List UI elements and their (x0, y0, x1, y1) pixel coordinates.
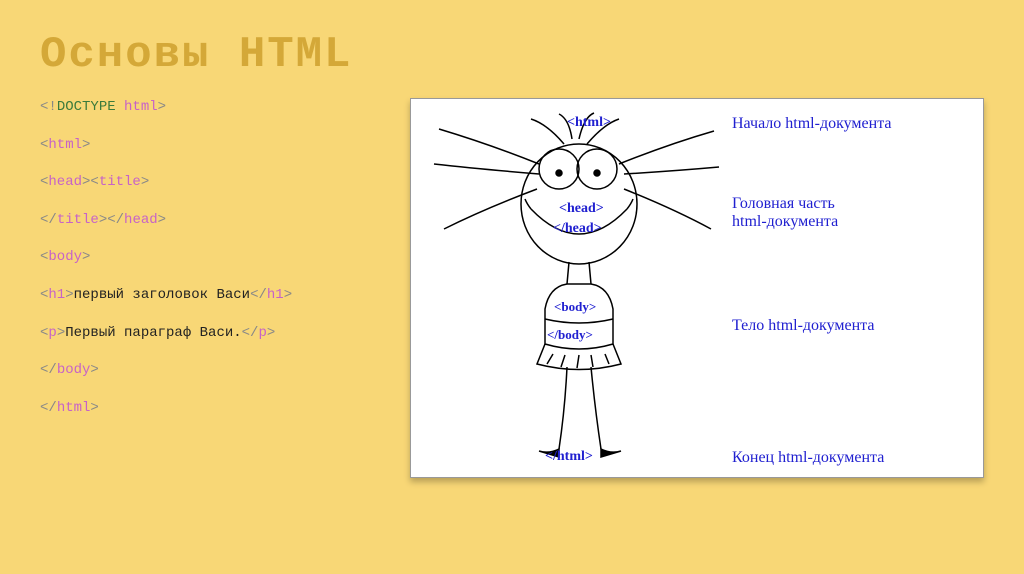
code-line-body-close: </body> (40, 361, 380, 381)
tag: html (57, 400, 91, 416)
angle: > (267, 325, 275, 341)
angle: </ (40, 400, 57, 416)
diagram-box: <html> <head> </head> <body> </body> </h… (410, 98, 984, 478)
code-line-doctype: <!DOCTYPE html> (40, 98, 380, 118)
angle: > (82, 249, 90, 265)
tag: p (48, 325, 56, 341)
tag: html (48, 137, 82, 153)
tag: p (258, 325, 266, 341)
space (116, 99, 124, 115)
code-line-html-close: </html> (40, 399, 380, 419)
label-body-part: Тело html-документа (732, 317, 874, 335)
diagram-tag-head-open: <head> (559, 201, 604, 217)
tag: head (124, 212, 158, 228)
content-row: <!DOCTYPE html> <html> <head><title> </t… (40, 98, 984, 478)
code-block: <!DOCTYPE html> <html> <head><title> </t… (40, 98, 380, 478)
label-html-end: Конец html-документа (732, 449, 884, 467)
angle: <! (40, 99, 57, 115)
tag: title (57, 212, 99, 228)
angle: > (90, 400, 98, 416)
code-line-html-open: <html> (40, 136, 380, 156)
code-line-head-title: <head><title> (40, 173, 380, 193)
diagram-tag-head-close: </head> (553, 221, 602, 237)
angle: > (90, 362, 98, 378)
angle: </ (250, 287, 267, 303)
angle: </ (40, 362, 57, 378)
angle: > (57, 325, 65, 341)
label-html-start: Начало html-документа (732, 115, 892, 133)
code-line-h1: <h1>первый заголовок Васи</h1> (40, 286, 380, 306)
tag: body (48, 249, 82, 265)
content-text: первый заголовок Васи (74, 287, 250, 303)
angle: > (158, 212, 166, 228)
tag: h1 (48, 287, 65, 303)
content-text: Первый параграф Васи. (65, 325, 241, 341)
angle: </ (40, 212, 57, 228)
angle: >< (82, 174, 99, 190)
tag: head (48, 174, 82, 190)
angle: > (65, 287, 73, 303)
diagram-tag-html-open: <html> (567, 115, 611, 131)
diagram-tag-body-close: </body> (547, 327, 593, 343)
cartoon-figure-icon (419, 109, 724, 469)
code-line-title-head-close: </title></head> (40, 211, 380, 231)
diagram-labels: Начало html-документа Головная часть htm… (732, 109, 971, 467)
figure-column: <html> <head> </head> <body> </body> </h… (419, 109, 724, 467)
diagram-tag-html-close: </html> (545, 449, 593, 465)
angle: > (158, 99, 166, 115)
html-kw: html (124, 99, 158, 115)
angle: > (82, 137, 90, 153)
doctype-kw: DOCTYPE (57, 99, 116, 115)
diagram-tag-body-open: <body> (554, 299, 596, 315)
angle: > (141, 174, 149, 190)
page-title: Основы HTML (40, 30, 984, 80)
tag: h1 (267, 287, 284, 303)
tag: body (57, 362, 91, 378)
tag: title (99, 174, 141, 190)
code-line-p: <p>Первый параграф Васи.</p> (40, 324, 380, 344)
angle: </ (242, 325, 259, 341)
angle: > (284, 287, 292, 303)
angle: ></ (99, 212, 124, 228)
code-line-body-open: <body> (40, 248, 380, 268)
label-head-part: Головная часть html-документа (732, 195, 838, 231)
